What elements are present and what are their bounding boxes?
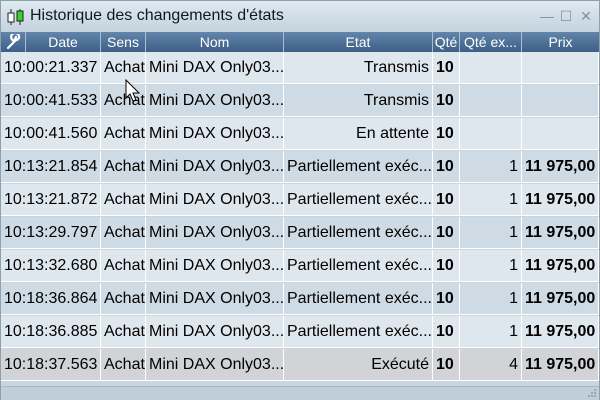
cell-qte-executee[interactable] <box>460 52 522 84</box>
cell-prix[interactable] <box>522 85 599 117</box>
table-row[interactable]: 10:13:32.680 Achat Mini DAX Only03... Parti… <box>1 250 599 282</box>
minimize-button[interactable]: — <box>539 8 555 24</box>
title-bar[interactable]: Historique des changements d'états — ☐ ✕ <box>1 1 599 32</box>
table-row[interactable]: 10:13:29.797 Achat Mini DAX Only03... Parti… <box>1 217 599 249</box>
cell-etat[interactable]: Partiellement exéc... <box>284 316 433 348</box>
header-qte-executee[interactable]: Qté ex... <box>460 32 522 52</box>
cell-date[interactable]: 10:13:21.872 <box>1 184 101 216</box>
close-button[interactable]: ✕ <box>578 8 594 24</box>
cell-qte[interactable]: 10 <box>433 184 460 216</box>
cell-nom[interactable]: Mini DAX Only03... <box>146 349 284 381</box>
cell-date[interactable]: 10:00:41.560 <box>1 118 101 150</box>
cell-date[interactable]: 10:00:21.337 <box>1 52 101 84</box>
cell-qte[interactable]: 10 <box>433 85 460 117</box>
cell-qte-executee[interactable]: 1 <box>460 151 522 183</box>
cell-qte-executee[interactable]: 4 <box>460 349 522 381</box>
cell-qte[interactable]: 10 <box>433 250 460 282</box>
maximize-button[interactable]: ☐ <box>558 8 574 24</box>
cell-etat[interactable]: Transmis <box>284 85 433 117</box>
cell-sens[interactable]: Achat <box>101 184 146 216</box>
settings-header-cell[interactable] <box>1 32 26 52</box>
header-qte[interactable]: Qté <box>433 32 460 52</box>
cell-prix[interactable]: 11 975,00 <box>522 184 599 216</box>
cell-nom[interactable]: Mini DAX Only03... <box>146 52 284 84</box>
cell-etat[interactable]: Partiellement exéc... <box>284 184 433 216</box>
cell-date[interactable]: 10:00:41.533 <box>1 85 101 117</box>
cell-sens[interactable]: Achat <box>101 217 146 249</box>
header-nom[interactable]: Nom <box>146 32 284 52</box>
cell-nom[interactable]: Mini DAX Only03... <box>146 85 284 117</box>
cell-date[interactable]: 10:18:37.563 <box>1 349 101 381</box>
cell-sens[interactable]: Achat <box>101 250 146 282</box>
cell-sens[interactable]: Achat <box>101 118 146 150</box>
cell-qte[interactable]: 10 <box>433 283 460 315</box>
cell-date[interactable]: 10:18:36.885 <box>1 316 101 348</box>
cell-etat[interactable]: Partiellement exéc... <box>284 250 433 282</box>
cell-nom[interactable]: Mini DAX Only03... <box>146 217 284 249</box>
window-title: Historique des changements d'états <box>30 7 284 24</box>
cell-etat[interactable]: Partiellement exéc... <box>284 217 433 249</box>
cell-prix[interactable]: 11 975,00 <box>522 217 599 249</box>
header-prix[interactable]: Prix <box>522 32 599 52</box>
header-sens[interactable]: Sens <box>101 32 146 52</box>
cell-nom[interactable]: Mini DAX Only03... <box>146 316 284 348</box>
cell-qte-executee[interactable]: 1 <box>460 217 522 249</box>
cell-nom[interactable]: Mini DAX Only03... <box>146 283 284 315</box>
status-bar <box>1 386 599 400</box>
cell-sens[interactable]: Achat <box>101 283 146 315</box>
table-row[interactable]: 10:18:36.885 Achat Mini DAX Only03... Parti… <box>1 316 599 348</box>
cell-sens[interactable]: Achat <box>101 316 146 348</box>
cell-qte[interactable]: 10 <box>433 118 460 150</box>
cell-nom[interactable]: Mini DAX Only03... <box>146 151 284 183</box>
cell-nom[interactable]: Mini DAX Only03... <box>146 118 284 150</box>
cell-qte[interactable]: 10 <box>433 316 460 348</box>
cell-prix[interactable]: 11 975,00 <box>522 349 599 381</box>
wrench-icon[interactable] <box>5 34 23 50</box>
cell-nom[interactable]: Mini DAX Only03... <box>146 250 284 282</box>
mouse-pointer-icon <box>125 79 141 102</box>
cell-date[interactable]: 10:18:36.864 <box>1 283 101 315</box>
cell-nom[interactable]: Mini DAX Only03... <box>146 184 284 216</box>
cell-qte-executee[interactable] <box>460 85 522 117</box>
cell-qte-executee[interactable]: 1 <box>460 316 522 348</box>
cell-qte-executee[interactable]: 1 <box>460 250 522 282</box>
cell-etat[interactable]: En attente <box>284 118 433 150</box>
cell-sens[interactable]: Achat <box>101 349 146 381</box>
cell-prix[interactable]: 11 975,00 <box>522 151 599 183</box>
cell-qte[interactable]: 10 <box>433 217 460 249</box>
table-row[interactable]: 10:13:21.872 Achat Mini DAX Only03... Parti… <box>1 184 599 216</box>
cell-etat[interactable]: Exécuté <box>284 349 433 381</box>
header-date[interactable]: Date <box>26 32 101 52</box>
cell-qte-executee[interactable] <box>460 118 522 150</box>
table-row[interactable]: 10:18:36.864 Achat Mini DAX Only03... Parti… <box>1 283 599 315</box>
state-history-table: Date Sens Nom Etat Qté Qté ex... Prix 10… <box>1 32 599 386</box>
cell-qte-executee[interactable]: 1 <box>460 184 522 216</box>
cell-etat[interactable]: Partiellement exéc... <box>284 151 433 183</box>
cell-etat[interactable]: Transmis <box>284 52 433 84</box>
cell-date[interactable]: 10:13:29.797 <box>1 217 101 249</box>
cell-date[interactable]: 10:13:32.680 <box>1 250 101 282</box>
cell-qte[interactable]: 10 <box>433 151 460 183</box>
cell-date[interactable]: 10:13:21.854 <box>1 151 101 183</box>
cell-prix[interactable] <box>522 118 599 150</box>
cell-prix[interactable]: 11 975,00 <box>522 316 599 348</box>
table-row[interactable]: 10:00:41.560 Achat Mini DAX Only03... En at… <box>1 118 599 150</box>
cell-prix[interactable] <box>522 52 599 84</box>
cell-prix[interactable]: 11 975,00 <box>522 250 599 282</box>
table-row[interactable]: 10:18:37.563 Achat Mini DAX Only03... Exécu… <box>1 349 599 381</box>
history-window: Historique des changements d'états — ☐ ✕… <box>0 0 600 400</box>
cell-etat[interactable]: Partiellement exéc... <box>284 283 433 315</box>
table-header: Date Sens Nom Etat Qté Qté ex... Prix <box>1 32 599 52</box>
candlestick-app-icon <box>7 9 24 25</box>
cell-qte[interactable]: 10 <box>433 349 460 381</box>
table-row[interactable]: 10:13:21.854 Achat Mini DAX Only03... Parti… <box>1 151 599 183</box>
table-row[interactable]: 10:00:41.533 Achat Mini DAX Only03... Trans… <box>1 85 599 117</box>
table-row[interactable]: 10:00:21.337 Achat Mini DAX Only03... Trans… <box>1 52 599 84</box>
cell-prix[interactable]: 11 975,00 <box>522 283 599 315</box>
resize-grip-icon[interactable] <box>587 388 597 398</box>
cell-qte-executee[interactable]: 1 <box>460 283 522 315</box>
cell-sens[interactable]: Achat <box>101 151 146 183</box>
header-etat[interactable]: Etat <box>284 32 433 52</box>
cell-qte[interactable]: 10 <box>433 52 460 84</box>
